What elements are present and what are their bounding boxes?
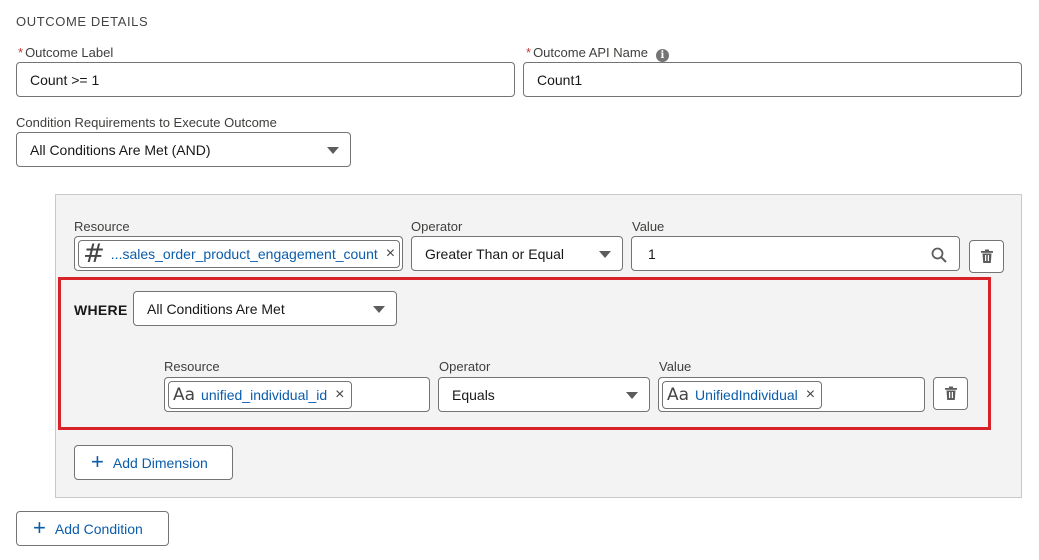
condition-resource-value: ...sales_order_product_engagement_count [110, 245, 378, 262]
outcome-api-caption-text: Outcome API Name [533, 45, 648, 60]
where-resource-caption: Resource [164, 359, 220, 374]
number-icon: # [83, 238, 105, 269]
outcome-api-name-input[interactable]: Count1 [523, 62, 1022, 97]
condition-requirements-caption: Condition Requirements to Execute Outcom… [16, 115, 277, 130]
operator-caption: Operator [411, 219, 463, 234]
text-type-icon: Aa [173, 384, 196, 405]
add-dimension-button[interactable]: + Add Dimension [74, 445, 233, 480]
add-condition-label: Add Condition [54, 520, 143, 537]
section-title: OUTCOME DETAILS [16, 14, 149, 29]
condition-value-text: 1 [648, 245, 656, 262]
outcome-api-caption: * Outcome API Name i [526, 45, 669, 62]
chevron-down-icon [373, 305, 385, 313]
where-value-text: UnifiedIndividual [695, 386, 798, 403]
delete-dimension-button[interactable] [933, 377, 968, 410]
add-condition-button[interactable]: + Add Condition [16, 511, 169, 546]
where-logic-select[interactable]: All Conditions Are Met [133, 291, 397, 326]
condition-requirements-value: All Conditions Are Met (AND) [30, 141, 211, 158]
resource-caption: Resource [74, 219, 130, 234]
required-mark: * [18, 45, 24, 60]
chevron-down-icon [599, 250, 611, 258]
plus-icon: + [91, 448, 104, 474]
plus-icon: + [33, 514, 46, 540]
outcome-label-caption: * Outcome Label [18, 45, 113, 60]
where-operator-caption: Operator [439, 359, 491, 374]
where-resource-pill[interactable]: Aa unified_individual_id × [168, 380, 352, 409]
trash-icon [980, 249, 993, 263]
chevron-down-icon [327, 146, 339, 154]
value-caption: Value [632, 219, 665, 234]
where-operator-value: Equals [452, 386, 495, 403]
text-type-icon: Aa [667, 384, 690, 405]
condition-resource-field[interactable]: # ...sales_order_product_engagement_coun… [74, 236, 403, 271]
close-icon[interactable]: × [806, 386, 815, 403]
condition-operator-value: Greater Than or Equal [425, 245, 565, 262]
where-resource-field[interactable]: Aa unified_individual_id × [164, 377, 430, 412]
where-resource-value: unified_individual_id [201, 386, 328, 403]
delete-condition-button[interactable] [969, 240, 1004, 273]
where-value-caption: Value [659, 359, 692, 374]
trash-icon [944, 386, 957, 400]
close-icon[interactable]: × [386, 245, 395, 262]
add-dimension-label: Add Dimension [112, 454, 208, 471]
where-operator-select[interactable]: Equals [438, 377, 650, 412]
where-value-field[interactable]: Aa UnifiedIndividual × [658, 377, 925, 412]
close-icon[interactable]: × [335, 386, 344, 403]
where-label: WHERE [74, 302, 128, 318]
condition-operator-select[interactable]: Greater Than or Equal [411, 236, 623, 271]
required-mark: * [526, 45, 532, 60]
search-icon [931, 247, 947, 263]
info-icon[interactable]: i [655, 49, 669, 62]
condition-value-input[interactable]: 1 [631, 236, 960, 271]
condition-requirements-select[interactable]: All Conditions Are Met (AND) [16, 132, 351, 167]
chevron-down-icon [626, 391, 638, 399]
outcome-label-caption-text: Outcome Label [25, 45, 114, 60]
where-logic-value: All Conditions Are Met [147, 300, 285, 317]
where-value-pill[interactable]: Aa UnifiedIndividual × [662, 380, 823, 409]
condition-resource-pill[interactable]: # ...sales_order_product_engagement_coun… [78, 238, 400, 269]
outcome-label-input[interactable]: Count >= 1 [16, 62, 515, 97]
